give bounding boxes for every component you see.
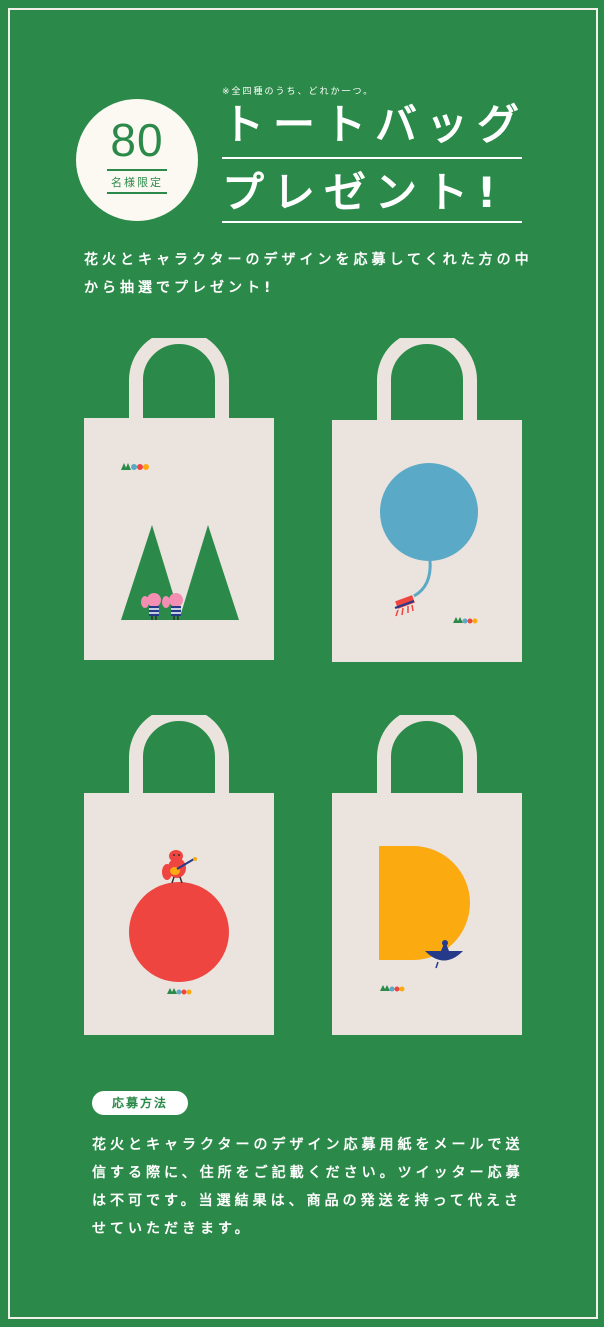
howto-text: 花火とキャラクターのデザイン応募用紙をメールで送信する際に、住所をご記載ください…	[92, 1137, 524, 1237]
howto-label: 応募方法	[92, 1091, 188, 1115]
note-text: ※全四種のうち、どれか一つ。	[222, 87, 375, 97]
intro-text: 花火とキャラクターのデザインを応募してくれた方の中から抽選でプレゼント!	[84, 252, 533, 296]
quantity-badge: 80 名様限定	[76, 99, 198, 221]
title-rule-2	[222, 221, 522, 223]
title-rule-1	[222, 157, 522, 159]
badge-limit: 名様限定	[107, 169, 167, 194]
title-line-2: プレゼント!	[222, 168, 506, 217]
tote-bag-mountains	[84, 338, 274, 660]
tote-bag-yellow-d	[332, 715, 522, 1035]
title-line-1: トートバッグ	[222, 100, 529, 149]
badge-number: 80	[110, 114, 164, 166]
tote-bag-balloon	[332, 338, 522, 662]
tote-bag-red-ball	[84, 715, 274, 1035]
